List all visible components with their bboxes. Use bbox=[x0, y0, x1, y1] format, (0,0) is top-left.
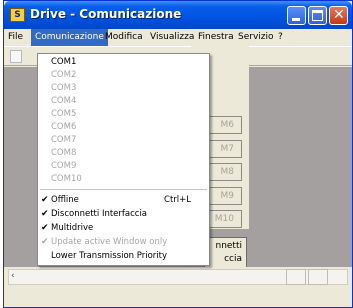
menu-item-label: COM7 bbox=[51, 135, 77, 145]
menu-item-com5: COM5 bbox=[38, 108, 209, 121]
maximize-icon bbox=[312, 10, 323, 21]
checkmark-icon: ✔ bbox=[41, 237, 49, 247]
menu-item-label: COM4 bbox=[51, 96, 77, 106]
menu-item-label: Multidrive bbox=[51, 223, 94, 233]
menu-item-label: COM3 bbox=[51, 83, 77, 93]
menu-item-com3: COM3 bbox=[38, 82, 209, 95]
menu-modifica[interactable]: Modifica bbox=[101, 29, 147, 46]
close-icon: ✕ bbox=[333, 7, 345, 23]
menu-file[interactable]: File bbox=[4, 29, 27, 46]
checkmark-icon: ✔ bbox=[41, 209, 49, 219]
menu-item-com7: COM7 bbox=[38, 134, 209, 147]
scroll-left-icon[interactable]: ‹ bbox=[11, 271, 15, 281]
menu-item-label: COM9 bbox=[51, 161, 77, 171]
app-window: S Drive - Comunicazione ✕ File Comunicaz… bbox=[3, 0, 353, 308]
menu-item-com1[interactable]: COM1 bbox=[38, 56, 209, 69]
disconnect-label-line2: ccia bbox=[224, 254, 242, 264]
menu-help[interactable]: ? bbox=[274, 29, 287, 46]
menu-item-disconnetti-interfaccia[interactable]: ✔ Disconnetti Interfaccia bbox=[38, 208, 209, 221]
menu-bar: File Comunicazione Modifica Visualizza F… bbox=[4, 29, 352, 46]
menu-item-label: COM1 bbox=[51, 57, 77, 67]
disconnect-interface-button[interactable]: nnetti ccia bbox=[204, 237, 247, 269]
port-button-10[interactable]: M10 bbox=[206, 210, 242, 228]
menu-item-label: Lower Transmission Priority bbox=[51, 251, 168, 261]
port-button-6[interactable]: M6 bbox=[206, 116, 242, 134]
status-cell bbox=[286, 269, 306, 285]
app-icon[interactable]: S bbox=[10, 8, 25, 22]
menu-item-com6: COM6 bbox=[38, 121, 209, 134]
disconnect-label-line1: nnetti bbox=[215, 241, 242, 251]
menu-item-offline[interactable]: ✔ Offline Ctrl+L bbox=[38, 194, 209, 207]
checkmark-icon: ✔ bbox=[41, 195, 49, 205]
new-document-icon[interactable] bbox=[10, 50, 22, 63]
menu-item-com4: COM4 bbox=[38, 95, 209, 108]
bottom-bar: ‹ bbox=[4, 267, 352, 307]
menu-item-label: COM5 bbox=[51, 109, 77, 119]
status-cell bbox=[308, 269, 328, 285]
menu-comunicazione[interactable]: Comunicazione bbox=[31, 29, 108, 46]
port-button-8[interactable]: M8 bbox=[206, 163, 242, 181]
menu-item-label: Disconnetti Interfaccia bbox=[51, 209, 148, 219]
menu-item-shortcut: Ctrl+L bbox=[164, 195, 191, 205]
port-button-9[interactable]: M9 bbox=[206, 187, 242, 205]
window-title: Drive - Comunicazione bbox=[30, 7, 182, 21]
minimize-button[interactable] bbox=[287, 6, 306, 25]
menu-item-com8: COM8 bbox=[38, 147, 209, 160]
menu-item-update-active-window-only: ✔ Update active Window only bbox=[38, 236, 209, 249]
menu-item-multidrive[interactable]: ✔ Multidrive bbox=[38, 222, 209, 235]
comunicazione-menu: COM1 COM2 COM3 COM4 COM5 COM6 COM7 COM8 … bbox=[37, 53, 210, 266]
menu-item-com10: COM10 bbox=[38, 173, 209, 186]
port-button-7[interactable]: M7 bbox=[206, 140, 242, 158]
menu-item-label: Offline bbox=[51, 195, 79, 205]
close-button[interactable]: ✕ bbox=[329, 6, 348, 25]
menu-item-lower-transmission-priority[interactable]: Lower Transmission Priority bbox=[38, 250, 209, 263]
menu-item-label: COM8 bbox=[51, 148, 77, 158]
menu-item-label: COM2 bbox=[51, 70, 77, 80]
menu-item-label: COM6 bbox=[51, 122, 77, 132]
menu-item-com9: COM9 bbox=[38, 160, 209, 173]
menu-item-label: Update active Window only bbox=[51, 237, 168, 247]
menu-item-label: COM10 bbox=[51, 174, 82, 184]
minimize-icon bbox=[292, 18, 300, 21]
title-bar[interactable]: S Drive - Comunicazione ✕ bbox=[4, 1, 352, 29]
maximize-button[interactable] bbox=[308, 6, 327, 25]
menu-separator bbox=[40, 189, 207, 190]
menu-item-com2: COM2 bbox=[38, 69, 209, 82]
checkmark-icon: ✔ bbox=[41, 223, 49, 233]
